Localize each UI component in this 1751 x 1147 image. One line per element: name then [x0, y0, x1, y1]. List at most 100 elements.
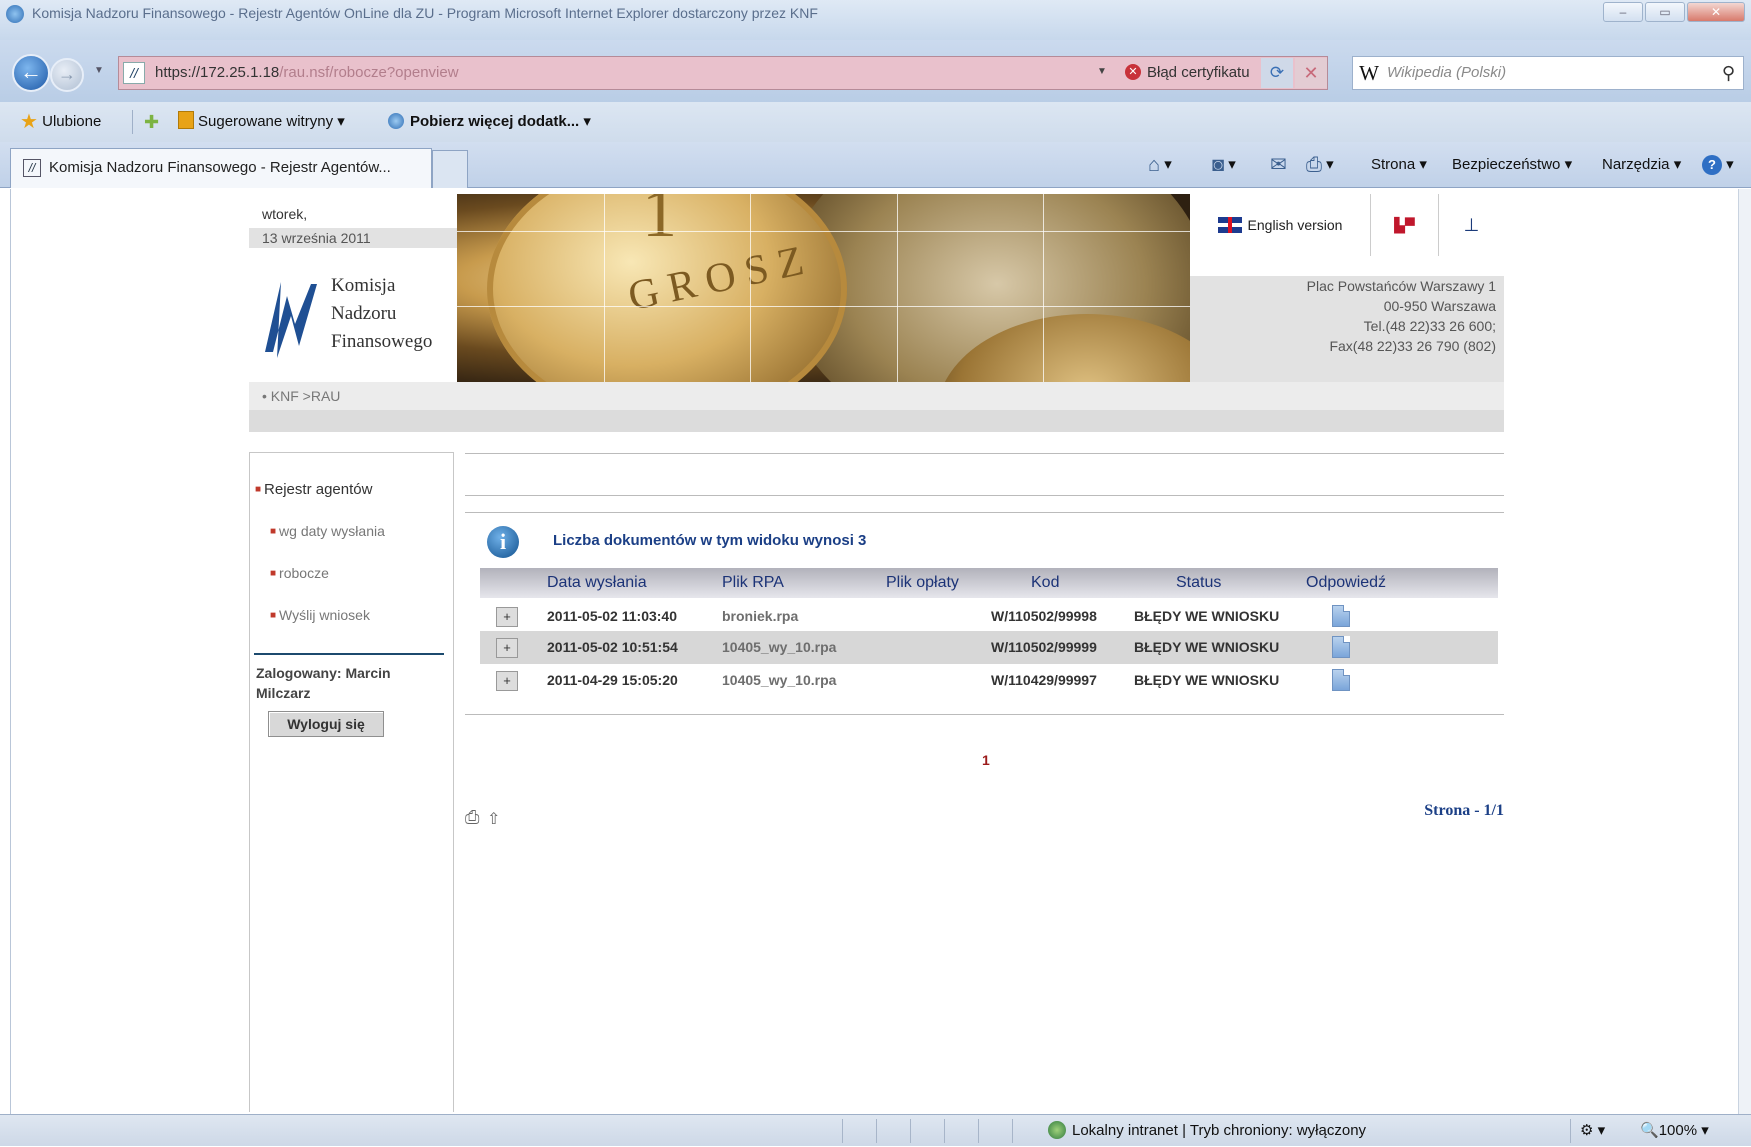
breadcrumb[interactable]: • KNF >RAU: [262, 388, 340, 404]
security-zone-label: Lokalny intranet | Tryb chroniony: wyłąc…: [1072, 1122, 1367, 1139]
cell-rpa-file[interactable]: 10405_wy_10.rpa: [722, 664, 836, 697]
favorites-bar: ★ Ulubione ✚ Sugerowane witryny ▾ Pobier…: [0, 102, 1751, 142]
expand-button[interactable]: +: [496, 638, 518, 658]
add-favorite-icon: ✚: [144, 112, 160, 132]
cell-rpa-file[interactable]: 10405_wy_10.rpa: [722, 631, 836, 664]
logout-button[interactable]: Wyloguj się: [268, 711, 384, 737]
tab-knf[interactable]: // Komisja Nadzoru Finansowego - Rejestr…: [10, 148, 432, 188]
info-icon: i: [487, 526, 519, 558]
favorites-button[interactable]: ★ Ulubione: [20, 102, 101, 142]
minimize-button[interactable]: –: [1603, 2, 1643, 22]
help-icon: ?: [1702, 155, 1722, 175]
close-button[interactable]: ✕: [1687, 2, 1745, 22]
zoom-level: 100%: [1658, 1122, 1698, 1139]
banner-grid-line: [604, 194, 605, 382]
nav-item-send-application[interactable]: ■ Wyślij wniosek: [270, 607, 370, 623]
nav-item-label: Wyślij wniosek: [279, 607, 370, 623]
safety-menu[interactable]: Bezpieczeństwo ▾: [1452, 142, 1572, 188]
rss-icon: ◙: [1212, 154, 1225, 176]
expand-button[interactable]: +: [496, 671, 518, 691]
nav-item-drafts[interactable]: ■ robocze: [270, 565, 329, 581]
sitemap-link[interactable]: ⊥: [1439, 194, 1504, 256]
home-icon: ⌂: [1148, 154, 1161, 176]
favorites-label: Ulubione: [42, 113, 102, 130]
tools-menu[interactable]: Narzędzia ▾: [1602, 142, 1681, 188]
address-url[interactable]: https://172.25.1.18/rau.nsf/robocze?open…: [155, 57, 459, 89]
column-header-date[interactable]: Data wysłania: [547, 568, 647, 598]
contact-address: Plac Powstańców Warszawy 1 00-950 Warsza…: [1190, 276, 1504, 382]
suggested-sites-label: Sugerowane witryny: [198, 113, 334, 130]
bip-link[interactable]: ▙▀: [1371, 194, 1439, 256]
english-version-link[interactable]: English version: [1190, 194, 1371, 256]
address-line: Tel.(48 22)33 26 600;: [1363, 318, 1496, 334]
banner-grid-line: [750, 194, 751, 382]
back-button[interactable]: ←: [12, 54, 50, 92]
header-right: English version ▙▀ ⊥ Plac Powstańców War…: [1190, 194, 1504, 382]
refresh-icon[interactable]: ⟳: [1261, 58, 1293, 88]
window-controls: – ▭ ✕: [1603, 2, 1745, 22]
divider: [465, 512, 1504, 513]
certificate-error[interactable]: Błąd certyfikatu: [1147, 57, 1250, 89]
feeds-button[interactable]: ◙ ▾: [1212, 142, 1236, 188]
zoom-button[interactable]: 🔍100% ▾: [1640, 1115, 1709, 1147]
divider: [254, 653, 444, 655]
scroll-to-top-icon[interactable]: ⇧: [487, 809, 500, 829]
table-header: Data wysłania Plik RPA Plik opłaty Kod S…: [480, 568, 1498, 598]
protected-mode-button[interactable]: ⚙ ▾: [1580, 1115, 1605, 1147]
navigation-bar: ← → ▼ // https://172.25.1.18/rau.nsf/rob…: [0, 40, 1751, 102]
cell-rpa-file[interactable]: broniek.rpa: [722, 600, 798, 633]
search-input[interactable]: Wikipedia (Polski): [1387, 57, 1506, 89]
status-divider: [876, 1119, 877, 1143]
stop-icon[interactable]: ✕: [1295, 58, 1327, 88]
status-divider: [1570, 1119, 1571, 1143]
search-box[interactable]: W Wikipedia (Polski) ⚲: [1352, 56, 1744, 90]
address-bar[interactable]: // https://172.25.1.18/rau.nsf/robocze?o…: [118, 56, 1328, 90]
maximize-button[interactable]: ▭: [1645, 2, 1685, 22]
response-document-icon[interactable]: [1332, 636, 1350, 658]
security-zone[interactable]: Lokalny intranet | Tryb chroniony: wyłąc…: [1048, 1115, 1366, 1147]
divider: [465, 495, 1504, 496]
status-divider: [910, 1119, 911, 1143]
response-document-icon[interactable]: [1332, 669, 1350, 691]
nav-item-by-date[interactable]: ■ wg daty wysłania: [270, 523, 385, 539]
suggested-sites-button[interactable]: Sugerowane witryny ▾: [178, 102, 345, 142]
search-icon[interactable]: ⚲: [1722, 57, 1735, 89]
address-dropdown-icon[interactable]: ▼: [1097, 66, 1107, 77]
cell-date: 2011-05-02 11:03:40: [547, 608, 677, 624]
history-dropdown-icon[interactable]: ▼: [94, 65, 104, 76]
certificate-error-icon[interactable]: ✕: [1125, 64, 1141, 80]
column-header-response[interactable]: Odpowiedź: [1306, 568, 1386, 598]
document-count: Liczba dokumentów w tym widoku wynosi 3: [553, 532, 867, 549]
knf-logo-text: Komisja Nadzoru Finansowego: [331, 272, 432, 356]
table-row: + 2011-04-29 15:05:20 10405_wy_10.rpa W/…: [480, 664, 1498, 697]
response-document-icon[interactable]: [1332, 605, 1350, 627]
expand-button[interactable]: +: [496, 607, 518, 627]
knf-logo[interactable]: Komisja Nadzoru Finansowego: [259, 272, 457, 372]
add-to-favorites-bar-button[interactable]: ✚: [144, 102, 159, 144]
home-button[interactable]: ⌂ ▾: [1148, 142, 1172, 188]
divider: [465, 714, 1504, 715]
tab-bar: // Komisja Nadzoru Finansowego - Rejestr…: [0, 142, 1751, 188]
column-header-rpa-file[interactable]: Plik RPA: [722, 568, 784, 598]
help-menu[interactable]: ? ▾: [1702, 142, 1734, 188]
new-tab-button[interactable]: [432, 150, 468, 188]
banner-grid-line: [1043, 194, 1044, 382]
column-header-fee-file[interactable]: Plik opłaty: [886, 568, 959, 598]
vertical-scrollbar[interactable]: [1738, 189, 1751, 1114]
column-header-status[interactable]: Status: [1176, 568, 1221, 598]
page-number-link[interactable]: 1: [982, 752, 990, 768]
nav-item-rejestr-agentow[interactable]: ■ Rejestr agentów: [255, 481, 372, 498]
forward-button[interactable]: →: [50, 58, 84, 92]
header-left: wtorek, 13 września 2011 Komisja Nadzoru…: [249, 194, 457, 382]
page-menu[interactable]: Strona ▾: [1371, 142, 1427, 188]
read-mail-button[interactable]: ✉: [1270, 142, 1287, 188]
mail-icon: ✉: [1270, 154, 1287, 176]
column-header-code[interactable]: Kod: [1031, 568, 1059, 598]
more-addons-button[interactable]: Pobierz więcej dodatk... ▾: [388, 102, 591, 142]
breadcrumb-bar: • KNF >RAU: [249, 382, 1504, 432]
logo-line-2: Nadzoru: [331, 303, 397, 324]
sitemap-icon: ⊥: [1463, 215, 1480, 235]
print-button[interactable]: ⎙ ▾: [1306, 142, 1334, 188]
main-content: i Liczba dokumentów w tym widoku wynosi …: [465, 452, 1504, 852]
print-icon[interactable]: ⎙: [465, 807, 479, 828]
